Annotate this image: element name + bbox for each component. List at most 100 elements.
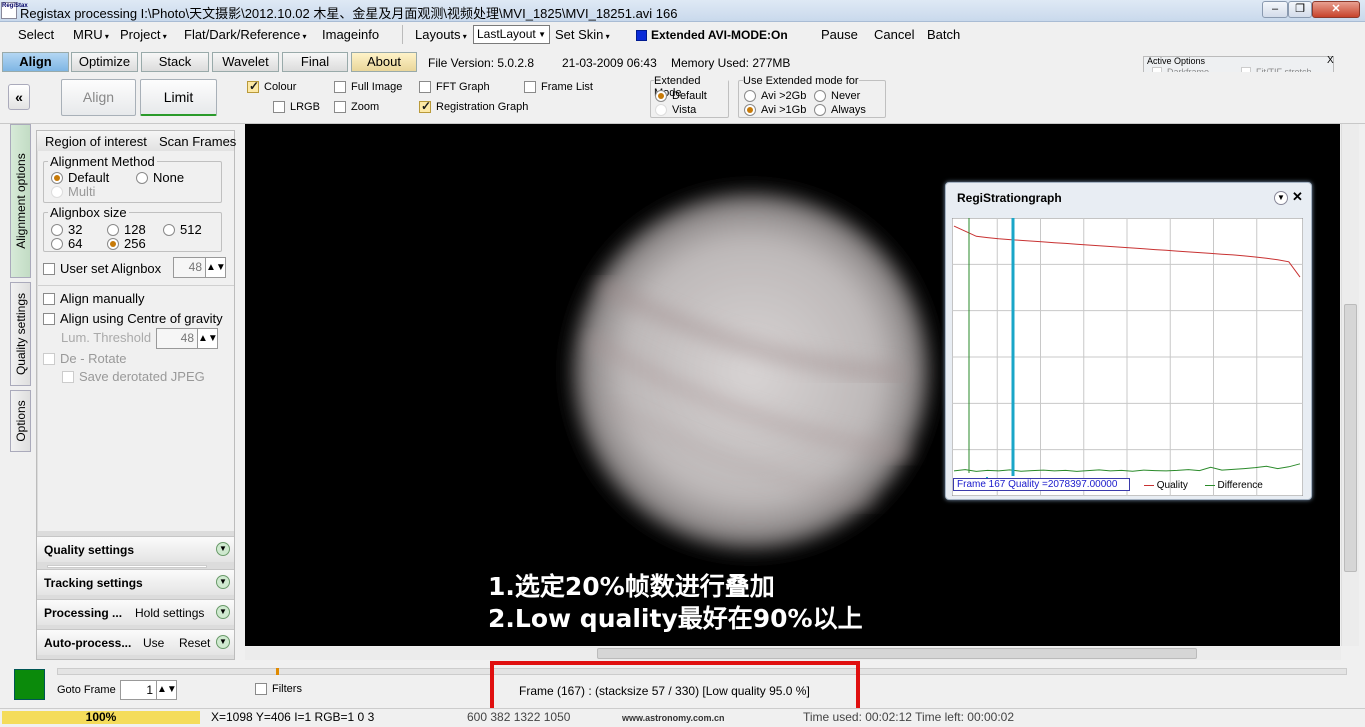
reset-button[interactable]: Reset (179, 636, 210, 650)
fft-graph-label: FFT Graph (436, 81, 490, 93)
always-label: Always (831, 104, 866, 116)
hold-settings-button[interactable]: Hold settings (135, 606, 204, 620)
vertical-scroll-thumb[interactable] (1344, 304, 1357, 572)
method-default-radio[interactable]: Default (51, 170, 109, 185)
always-radio[interactable]: Always (814, 104, 866, 116)
zoom-checkbox[interactable]: Zoom (334, 101, 379, 113)
close-button[interactable]: ✕ (1312, 1, 1360, 18)
size-128-radio[interactable]: 128 (107, 222, 146, 237)
method-none-radio[interactable]: None (136, 170, 184, 185)
collapse-panel-button[interactable]: « (8, 84, 30, 110)
align-manually-label: Align manually (60, 291, 145, 306)
expand-icon[interactable]: ▼ (216, 542, 230, 556)
size-32-radio[interactable]: 32 (51, 222, 82, 237)
goto-frame-value: 1 (146, 683, 153, 697)
horizontal-scrollbar[interactable] (245, 647, 1341, 660)
quality-settings-section[interactable]: Quality settings ▼ (37, 536, 234, 568)
tab-stack[interactable]: Stack (141, 52, 209, 72)
menu-mru[interactable]: MRU ▾ (73, 27, 109, 42)
size-256-radio[interactable]: 256 (107, 236, 146, 251)
tab-wavelet[interactable]: Wavelet (212, 52, 279, 72)
never-radio[interactable]: Never (814, 90, 860, 102)
up-down-arrows-icon[interactable]: ▲▼ (205, 258, 226, 277)
method-default-label: Default (68, 170, 110, 185)
goto-frame-stepper[interactable]: 1 ▲▼ (120, 680, 177, 700)
roi-readout: 600 382 1322 1050 (467, 710, 571, 724)
de-rotate-checkbox[interactable]: De - Rotate (43, 351, 126, 366)
full-image-checkbox[interactable]: Full Image (334, 81, 402, 93)
vertical-scrollbar[interactable] (1341, 124, 1359, 646)
registration-graph-checkbox[interactable]: Registration Graph (419, 99, 528, 113)
tracking-settings-section[interactable]: Tracking settings ▼ (37, 569, 234, 595)
chevron-down-icon: ▾ (460, 32, 467, 41)
close-icon[interactable]: ✕ (1292, 189, 1303, 205)
batch-button[interactable]: Batch (927, 27, 960, 42)
tab-alignment-options[interactable]: Alignment options (10, 124, 31, 278)
lrgb-label: LRGB (290, 101, 320, 113)
menu-flat-dark-reference[interactable]: Flat/Dark/Reference ▾ (184, 27, 307, 42)
align-manually-checkbox[interactable]: Align manually (43, 291, 145, 306)
legend-quality-swatch (1144, 484, 1154, 486)
tab-optimize[interactable]: Optimize (71, 52, 138, 72)
menu-set-skin[interactable]: Set Skin ▾ (555, 27, 610, 42)
expand-icon[interactable]: ▼ (216, 635, 230, 649)
goto-frame-label: Goto Frame (57, 684, 116, 696)
tab-final[interactable]: Final (282, 52, 348, 72)
expand-icon[interactable]: ▼ (216, 605, 230, 619)
pause-button[interactable]: Pause (821, 27, 858, 42)
chevron-down-icon: ▾ (603, 32, 610, 41)
up-down-arrows-icon[interactable]: ▲▼ (197, 329, 218, 348)
colour-checkbox[interactable]: Colour (247, 79, 296, 93)
tab-options[interactable]: Options (10, 390, 31, 452)
menu-imageinfo[interactable]: Imageinfo (322, 27, 379, 42)
align-button[interactable]: Align (61, 79, 136, 116)
tab-align[interactable]: Align (2, 52, 69, 72)
user-set-alignbox-checkbox[interactable]: User set Alignbox (43, 261, 161, 276)
use-extended-group: Use Extended mode for Avi >2Gb Avi >1Gb … (738, 75, 886, 118)
menu-project[interactable]: Project ▾ (120, 27, 167, 42)
active-options-title: Active Options (1147, 56, 1206, 66)
save-derotated-jpeg-checkbox[interactable]: Save derotated JPEG (62, 369, 205, 384)
ext-default-radio[interactable]: Default (655, 90, 707, 102)
ext-vista-radio[interactable]: Vista (655, 104, 696, 116)
avi-1gb-radio[interactable]: Avi >1Gb (744, 104, 806, 116)
alignbox-size-stepper[interactable]: 48 ▲▼ (173, 257, 226, 278)
method-multi-radio[interactable]: Multi (51, 184, 95, 199)
menu-layouts[interactable]: Layouts ▾ (415, 27, 467, 42)
centre-of-gravity-checkbox[interactable]: Align using Centre of gravity (43, 311, 223, 326)
horizontal-scroll-thumb[interactable] (597, 648, 1197, 659)
radio-selected-icon (107, 237, 119, 250)
use-button[interactable]: Use (143, 636, 164, 650)
size-64-radio[interactable]: 64 (51, 236, 82, 251)
filters-checkbox[interactable]: Filters (255, 683, 302, 695)
size-512-radio[interactable]: 512 (163, 222, 202, 237)
menu-select[interactable]: Select (18, 27, 54, 42)
processing-section[interactable]: Processing ... Hold settings ▼ (37, 599, 234, 625)
frame-list-checkbox[interactable]: Frame List (524, 81, 593, 93)
fft-graph-checkbox[interactable]: FFT Graph (419, 81, 490, 93)
highlight-box (490, 661, 860, 715)
auto-process-section[interactable]: Auto-process... Use Reset ▼ (37, 629, 234, 655)
minimize-button[interactable]: – (1262, 1, 1288, 18)
tab-quality-settings[interactable]: Quality settings (10, 282, 31, 386)
frame-slider-thumb[interactable] (276, 668, 279, 675)
region-of-interest-button[interactable]: Region of interest (45, 134, 147, 149)
progress-text: 100% (85, 710, 117, 724)
layout-select-value: LastLayout (477, 27, 536, 41)
expand-icon[interactable]: ▼ (216, 575, 230, 589)
layout-select[interactable]: LastLayout ▼ (473, 25, 550, 44)
active-options-close[interactable]: X (1327, 55, 1334, 66)
avi-2gb-radio[interactable]: Avi >2Gb (744, 90, 806, 102)
maximize-button[interactable]: ❐ (1288, 1, 1312, 18)
limit-button[interactable]: Limit (140, 79, 217, 116)
caption-line-1: 1.选定20%帧数进行叠加 (488, 572, 775, 601)
radio-icon (814, 104, 826, 116)
collapse-icon[interactable]: ▼ (1274, 191, 1288, 205)
up-down-arrows-icon[interactable]: ▲▼ (156, 681, 177, 699)
scan-frames-button[interactable]: Scan Frames (159, 134, 236, 149)
chevron-down-icon: ▼ (538, 30, 546, 39)
lrgb-checkbox[interactable]: LRGB (273, 101, 320, 113)
lum-threshold-stepper[interactable]: 48 ▲▼ (156, 328, 218, 349)
tab-about[interactable]: About (351, 52, 417, 72)
cancel-button[interactable]: Cancel (874, 27, 914, 42)
